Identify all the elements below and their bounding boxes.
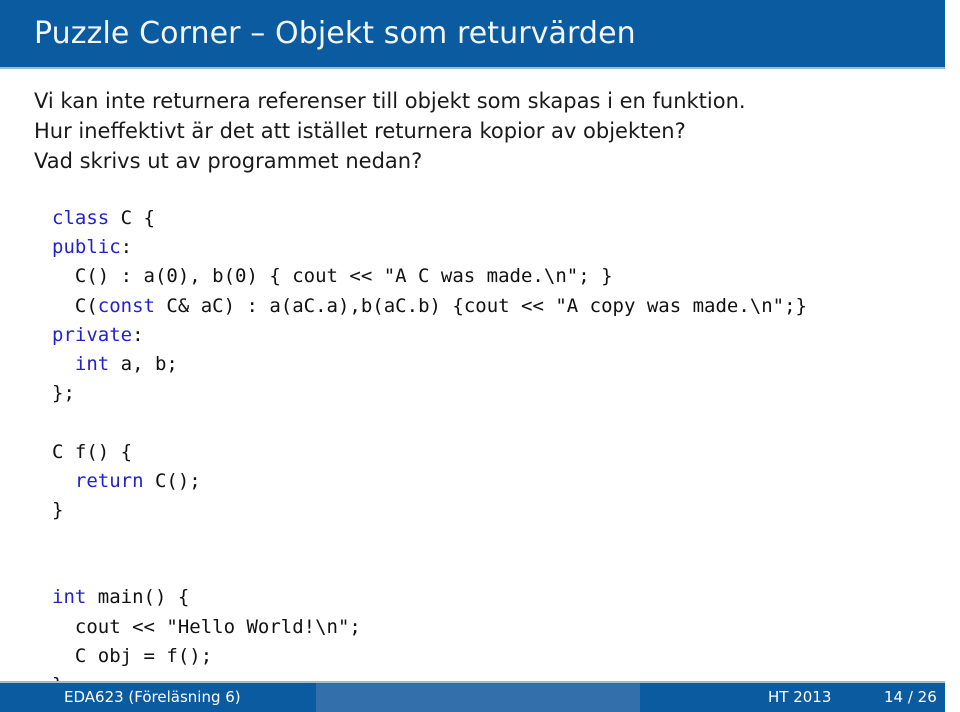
code-line: C obj = f(); <box>52 642 957 671</box>
code-text: C { <box>109 207 155 229</box>
code-text: C f() { <box>52 440 133 463</box>
code-text: C( <box>52 294 98 317</box>
footer-segment-middle <box>316 683 640 712</box>
footer-page-number: 14 / 26 <box>884 688 937 706</box>
code-line: cout << "Hello World!\n"; <box>52 613 957 642</box>
page-title: Puzzle Corner – Objekt som returvärden <box>34 16 636 51</box>
code-text: cout << "Hello World!\n"; <box>52 615 361 638</box>
code-line: C f() { <box>52 438 957 467</box>
code-text: : <box>132 323 144 346</box>
title-underline-rule <box>0 67 945 69</box>
code-keyword: class <box>52 207 110 229</box>
code-line: private: <box>52 321 957 350</box>
code-text: C() : a(0), b(0) { cout << "A C was made… <box>52 265 613 288</box>
code-keyword: public <box>52 236 121 259</box>
code-text: } <box>52 498 64 521</box>
code-line: int main() { <box>52 583 957 612</box>
code-line: }; <box>52 379 957 408</box>
code-keyword: int <box>52 586 87 609</box>
code-text: C(); <box>143 469 201 492</box>
slide-title-bar: Puzzle Corner – Objekt som returvärden <box>0 0 945 67</box>
code-line: public: <box>52 233 957 262</box>
code-keyword: return <box>74 469 144 492</box>
body-text-line: Vi kan inte returnera referenser till ob… <box>34 89 746 113</box>
code-line: } <box>52 496 957 525</box>
code-text: : <box>120 236 133 259</box>
code-keyword: private <box>52 323 133 346</box>
code-keyword: const <box>97 294 155 317</box>
code-line: return C(); <box>52 467 957 496</box>
code-listing: class C {public: C() : a(0), b(0) { cout… <box>52 204 957 700</box>
body-text-line: Hur ineffektivt är det att istället retu… <box>34 119 686 143</box>
code-text: }; <box>52 382 75 405</box>
footer-term-label: HT 2013 <box>768 688 832 706</box>
code-keyword: int <box>74 352 110 375</box>
code-text: C& aC) : a(aC.a),b(aC.b) {cout << "A cop… <box>154 294 807 317</box>
body-text-line: Vad skrivs ut av programmet nedan? <box>34 149 423 173</box>
code-line: C() : a(0), b(0) { cout << "A C was made… <box>52 262 957 291</box>
code-text: a, b; <box>109 352 178 375</box>
code-line: C(const C& aC) : a(aC.a),b(aC.b) {cout <… <box>52 292 957 321</box>
code-line: class C { <box>52 204 957 233</box>
code-text: main() { <box>86 586 190 609</box>
slide-body-text: Vi kan inte returnera referenser till ob… <box>34 86 924 176</box>
code-line: int a, b; <box>52 350 957 379</box>
code-text: C obj = f(); <box>52 644 213 667</box>
footer-course-label: EDA623 (Föreläsning 6) <box>64 688 241 706</box>
slide-footer: EDA623 (Föreläsning 6) HT 2013 14 / 26 <box>0 681 945 712</box>
